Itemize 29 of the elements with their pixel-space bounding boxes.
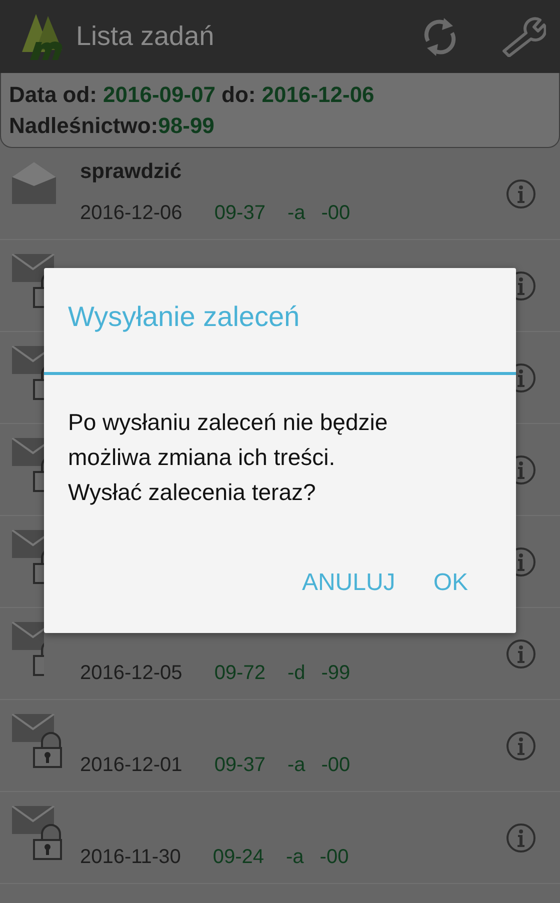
dialog-button[interactable]: OK xyxy=(419,563,482,603)
task-code: -00 xyxy=(320,846,349,869)
dialog-message: Po wysłaniu zaleceń nie będzie możliwa zmiana ich treści. Wysłać zalecenia teraz? xyxy=(67,408,389,507)
task-code: -00 xyxy=(321,202,350,225)
filter-value: 2016-12-06 xyxy=(262,81,374,109)
task-date: 2016-12-06 xyxy=(80,202,182,225)
task-date: 2016-11-30 xyxy=(80,846,181,869)
dialog-title: Wysyłanie zaleceń xyxy=(67,300,301,334)
filter-label: Nadleśnictwo: xyxy=(9,112,158,140)
task-code: -00 xyxy=(321,754,350,777)
task-code: -a xyxy=(287,202,306,225)
settings-icon[interactable] xyxy=(500,16,546,56)
filter-value: 2016-09-07 xyxy=(103,81,216,109)
task-code: -a xyxy=(286,846,304,869)
task-code: -d xyxy=(287,662,306,685)
dialog-button[interactable]: ANULUJ xyxy=(288,563,410,603)
task-code: 09-24 xyxy=(212,846,264,869)
app-title: Lista zadań xyxy=(76,21,216,52)
filter-value: 98-99 xyxy=(158,112,214,140)
task-date: 2016-12-05 xyxy=(80,662,182,685)
filter-label: do: xyxy=(222,81,256,109)
task-code: 09-37 xyxy=(214,202,266,225)
task-code: 09-72 xyxy=(214,662,266,685)
task-code: 09-37 xyxy=(214,754,266,777)
task-code: -99 xyxy=(321,662,350,685)
task-date: 2016-12-01 xyxy=(80,754,182,777)
filter-label: Data od: xyxy=(9,81,97,109)
task-code: -a xyxy=(287,754,306,777)
task-title: sprawdzić xyxy=(80,160,182,183)
